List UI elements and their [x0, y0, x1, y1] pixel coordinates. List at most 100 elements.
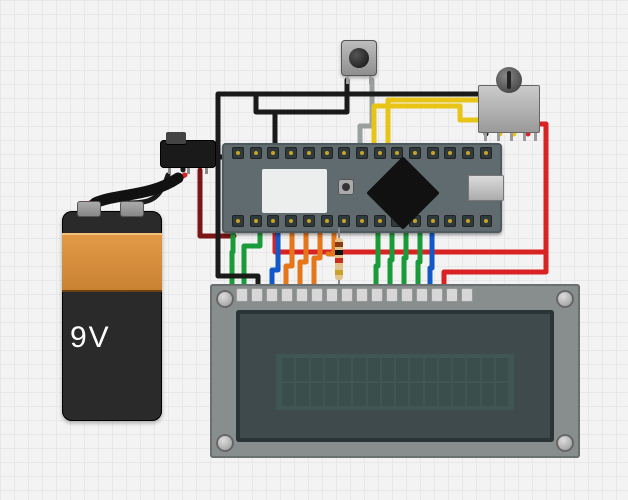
lcd-cell [282, 383, 294, 405]
nano-pin-rst [267, 147, 279, 159]
nano-pin-a5 [338, 215, 350, 227]
nano-pin-d13 [480, 215, 492, 227]
lcd-cell [467, 358, 479, 380]
lcd-cell [396, 383, 408, 405]
lcd-pad-15 [446, 288, 458, 302]
nano-pin-d9 [427, 147, 439, 159]
nano-pin-5v [285, 215, 297, 227]
nano-pin-ref [444, 215, 456, 227]
nano-reset-button[interactable] [338, 179, 354, 195]
nano-header-bottom [232, 215, 492, 229]
lcd-pad-9 [356, 288, 368, 302]
lcd-cell [368, 358, 380, 380]
nano-pin-gnd [250, 215, 262, 227]
battery-band [62, 233, 162, 292]
nano-pin-a3 [374, 215, 386, 227]
screw-icon [556, 290, 574, 308]
lcd-cell [425, 358, 437, 380]
slide-switch-knob[interactable] [166, 132, 186, 144]
lcd-cell [296, 383, 308, 405]
lcd-cell [311, 358, 323, 380]
nano-pin-d2 [303, 147, 315, 159]
battery-terminal-negative [120, 201, 144, 217]
lcd-cell [482, 383, 494, 405]
nano-pin-vin [232, 215, 244, 227]
lcd-pad-7 [326, 288, 338, 302]
lcd-cell [353, 358, 365, 380]
screw-icon [556, 434, 574, 452]
lcd-pad-12 [401, 288, 413, 302]
lcd-pad-1 [236, 288, 248, 302]
lcd-cell [382, 383, 394, 405]
nano-header-top [232, 147, 492, 161]
lcd-pad-2 [251, 288, 263, 302]
nano-pin-a0 [427, 215, 439, 227]
nano-pin-tx1 [232, 147, 244, 159]
lcd-cell [410, 358, 422, 380]
nano-pin-d8 [409, 147, 421, 159]
nano-pin-d10 [444, 147, 456, 159]
lcd-cell [339, 383, 351, 405]
lcd-cell [282, 358, 294, 380]
nano-pin-a6 [321, 215, 333, 227]
nano-pin-rx0 [250, 147, 262, 159]
pushbutton[interactable] [341, 40, 377, 76]
lcd-cell [311, 383, 323, 405]
lcd-16x2 [210, 284, 580, 458]
nano-pin-d12 [480, 147, 492, 159]
lcd-pad-11 [386, 288, 398, 302]
lcd-cell [425, 383, 437, 405]
lcd-pad-3 [266, 288, 278, 302]
pushbutton-cap[interactable] [349, 48, 369, 68]
lcd-cell [368, 383, 380, 405]
nano-pin-d5 [356, 147, 368, 159]
resistor [335, 238, 343, 280]
nano-pin-3v3 [462, 215, 474, 227]
battery-9v: 9V [62, 211, 162, 421]
lcd-header [236, 288, 473, 302]
lcd-pad-5 [296, 288, 308, 302]
arduino-nano [222, 143, 502, 233]
lcd-cell [439, 358, 451, 380]
lcd-pad-8 [341, 288, 353, 302]
lcd-cell [296, 358, 308, 380]
lcd-bezel [236, 310, 554, 442]
lcd-pad-4 [281, 288, 293, 302]
lcd-pad-10 [371, 288, 383, 302]
lcd-cell [382, 358, 394, 380]
lcd-pad-6 [311, 288, 323, 302]
screw-icon [216, 290, 234, 308]
lcd-cell [453, 383, 465, 405]
lcd-cell [339, 358, 351, 380]
battery-terminal-positive [77, 201, 101, 217]
nano-pin-gnd [285, 147, 297, 159]
nano-pin-d6 [374, 147, 386, 159]
lcd-pad-13 [416, 288, 428, 302]
lcd-cell [453, 358, 465, 380]
lcd-screen [276, 354, 514, 410]
nano-pin-d3 [321, 147, 333, 159]
nano-pin-d4 [338, 147, 350, 159]
lcd-cell [482, 358, 494, 380]
rotary-encoder[interactable] [478, 85, 540, 133]
lcd-cell [396, 358, 408, 380]
nano-pin-rst [267, 215, 279, 227]
lcd-pad-14 [431, 288, 443, 302]
slide-switch[interactable] [160, 140, 216, 168]
lcd-pad-16 [461, 288, 473, 302]
rotary-shaft[interactable] [496, 67, 522, 93]
lcd-cell [439, 383, 451, 405]
lcd-cell [496, 358, 508, 380]
nano-pin-d11 [462, 147, 474, 159]
nano-silkscreen [262, 169, 327, 213]
lcd-cell [410, 383, 422, 405]
lcd-cell [353, 383, 365, 405]
battery-label: 9V [70, 321, 111, 355]
lcd-cell [325, 358, 337, 380]
nano-pin-a4 [356, 215, 368, 227]
lcd-cell [467, 383, 479, 405]
nano-usb-port[interactable] [468, 175, 504, 201]
nano-pin-a7 [303, 215, 315, 227]
circuit-diagram: { "battery": { "label": "9V" }, "compone… [0, 0, 628, 500]
screw-icon [216, 434, 234, 452]
